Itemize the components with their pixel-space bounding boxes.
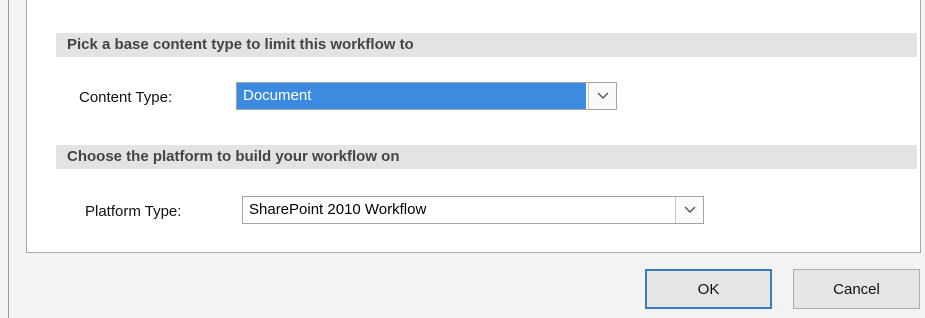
platform-type-dropdown[interactable]: SharePoint 2010 Workflow — [242, 196, 704, 224]
content-type-section-header: Pick a base content type to limit this w… — [56, 33, 917, 57]
window-edge-line — [8, 0, 9, 318]
content-type-value: Document — [237, 83, 586, 109]
content-type-label: Content Type: — [79, 89, 173, 106]
cancel-button[interactable]: Cancel — [793, 269, 920, 309]
content-type-dropdown[interactable]: Document — [236, 82, 617, 110]
platform-type-value: SharePoint 2010 Workflow — [249, 201, 427, 218]
platform-type-label: Platform Type: — [85, 203, 182, 220]
workflow-settings-panel: Pick a base content type to limit this w… — [26, 0, 921, 253]
ok-button[interactable]: OK — [645, 269, 772, 309]
platform-section-header: Choose the platform to build your workfl… — [56, 145, 917, 169]
chevron-down-icon[interactable] — [588, 83, 616, 109]
chevron-down-icon[interactable] — [675, 197, 703, 223]
